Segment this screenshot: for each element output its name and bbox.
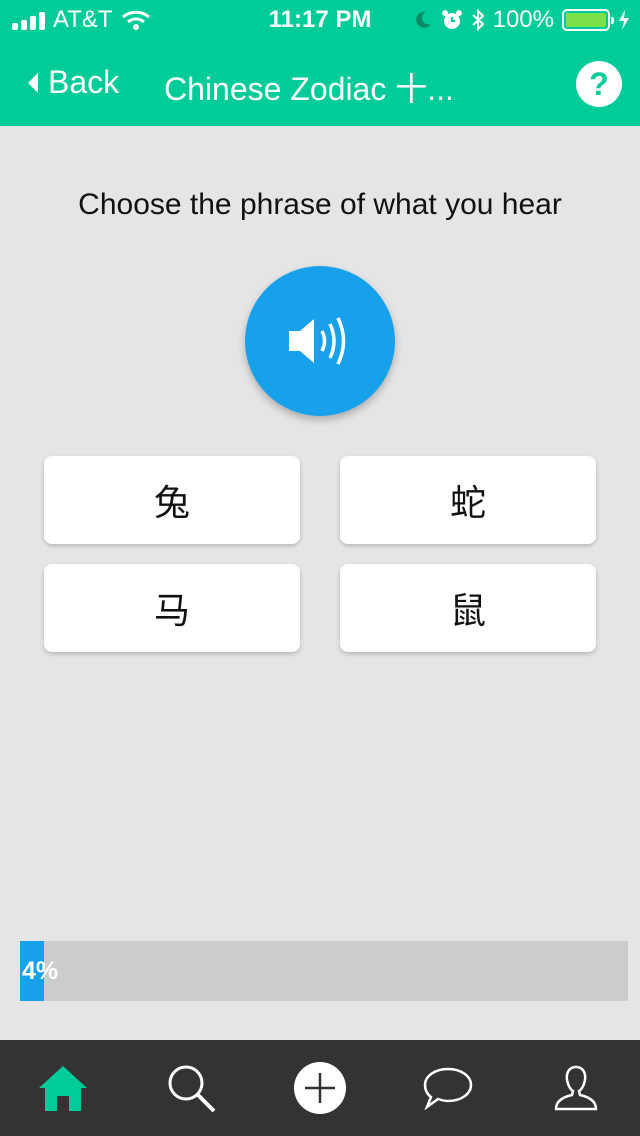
chat-icon <box>423 1067 473 1110</box>
tab-profile[interactable] <box>546 1058 606 1118</box>
search-icon <box>168 1065 216 1113</box>
tab-add[interactable] <box>290 1058 350 1118</box>
battery-icon <box>562 9 614 31</box>
progress-label: 4% <box>22 957 59 985</box>
profile-icon <box>554 1065 598 1111</box>
answer-option[interactable]: 蛇 <box>340 456 596 544</box>
help-button[interactable]: ? <box>576 61 622 107</box>
tab-home[interactable] <box>33 1058 93 1118</box>
battery-percent: 100% <box>492 6 554 33</box>
page-title: Chinese Zodiac 十... <box>164 71 454 107</box>
navigation-bar: Back Chinese Zodiac 十... ? <box>0 44 640 126</box>
answer-option[interactable]: 马 <box>44 564 300 652</box>
progress-bar: 4% <box>20 941 628 1001</box>
back-label: Back <box>48 64 120 100</box>
alarm-icon <box>441 10 462 29</box>
play-audio-button[interactable] <box>245 266 395 416</box>
chevron-left-icon <box>28 72 38 93</box>
bluetooth-icon <box>471 9 485 31</box>
tab-search[interactable] <box>161 1058 221 1118</box>
moon-icon <box>415 11 431 28</box>
status-bar: AT&T 11:17 PM 100% <box>0 0 640 40</box>
tab-bar <box>0 1040 640 1136</box>
back-button[interactable]: Back <box>26 64 119 101</box>
charging-icon <box>619 10 629 30</box>
header: AT&T 11:17 PM 100% Back Chinese Zodiac 十… <box>0 0 640 126</box>
answer-option[interactable]: 鼠 <box>340 564 596 652</box>
exercise-prompt: Choose the phrase of what you hear <box>78 188 562 221</box>
speaker-icon <box>289 317 346 365</box>
home-icon <box>39 1066 87 1111</box>
add-icon <box>294 1062 346 1114</box>
answer-option[interactable]: 兔 <box>44 456 300 544</box>
tab-chat[interactable] <box>418 1058 478 1118</box>
